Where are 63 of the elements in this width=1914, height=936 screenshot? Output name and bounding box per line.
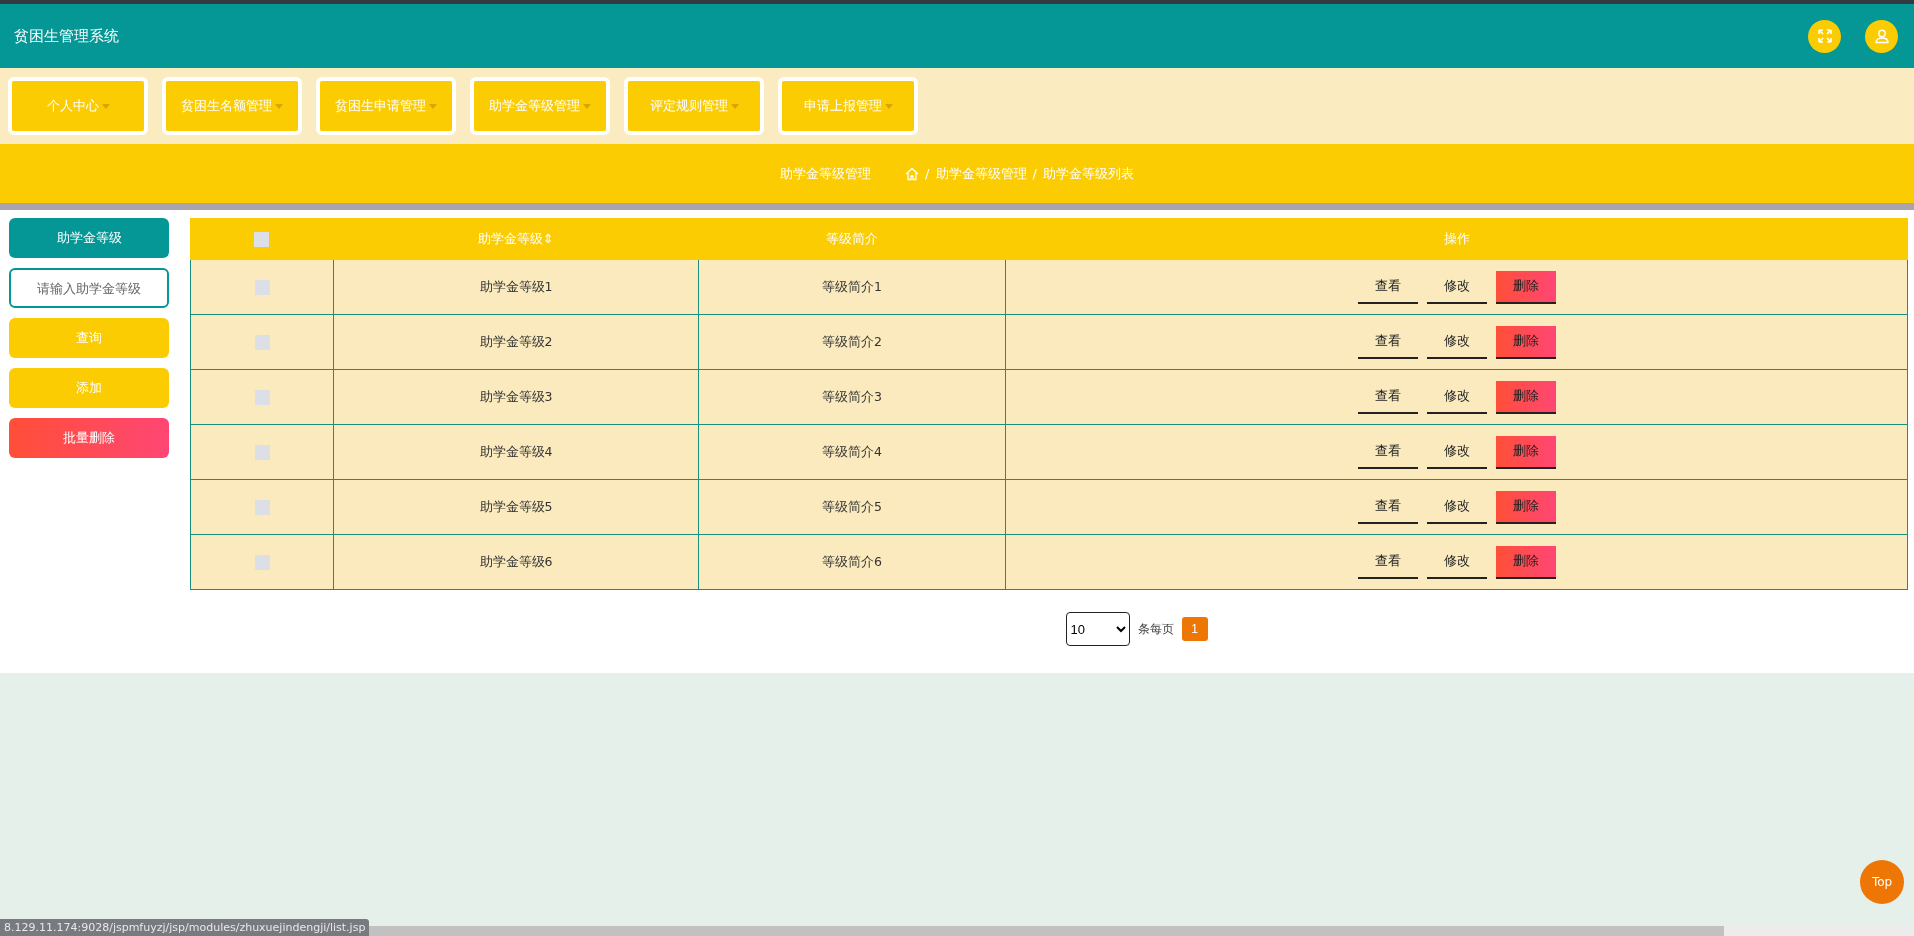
user-icon [1873,28,1890,44]
caret-icon [275,103,283,109]
delete-button[interactable]: 删除 [1495,380,1556,414]
row-action-button[interactable]: 查看 [1357,270,1418,304]
delete-button[interactable]: 删除 [1495,270,1556,304]
breadcrumb-separator: / [1032,166,1037,181]
horizontal-scrollbar[interactable] [369,926,1914,936]
table-cell: 等级简介4 [822,443,882,461]
home-icon [905,166,920,181]
search-field[interactable]: 请输入助学金等级 [9,268,169,308]
row-action-button[interactable]: 查看 [1357,380,1418,414]
delete-button[interactable]: 删除 [1495,490,1556,524]
row-action-button[interactable]: 修改 [1426,435,1487,469]
table-cell: 等级简介1 [822,278,882,296]
column-header: 操作 [1443,230,1470,248]
caret-icon [730,103,739,109]
row-action-button[interactable]: 修改 [1426,545,1487,579]
row-checkbox[interactable] [254,389,270,405]
caret-icon [884,103,893,109]
back-to-top-button[interactable]: Top [1860,860,1904,904]
row-checkbox[interactable] [254,499,270,515]
row-checkbox[interactable] [254,444,270,460]
page-title: 助学金等级管理 [780,164,872,183]
row-action-button[interactable]: 查看 [1357,325,1418,359]
row-action-button[interactable]: 查看 [1357,545,1418,579]
table-cell: 等级简介2 [822,333,882,351]
delete-button[interactable]: 删除 [1495,325,1556,359]
table-cell: 助学金等级4 [479,443,553,461]
row-action-button[interactable]: 修改 [1426,270,1487,304]
page-button[interactable]: 1 [1181,617,1208,641]
row-checkbox[interactable] [254,334,270,350]
row-action-button[interactable]: 修改 [1426,490,1487,524]
batch-delete-button[interactable]: 批量删除 [9,418,169,458]
select-all-checkbox[interactable] [254,231,269,247]
column-header: 等级简介 [825,230,878,248]
table-cell: 等级简介5 [822,498,882,516]
delete-button[interactable]: 删除 [1495,435,1556,469]
row-action-button[interactable]: 查看 [1357,435,1418,469]
per-page-label: 条每页 [1137,620,1174,638]
fullscreen-icon [1816,28,1833,44]
status-url: 8.129.11.174:9028/jspmfuyzj/jsp/modules/zhuxuejindengji/list.jsp [0,919,370,936]
row-action-button[interactable]: 修改 [1426,325,1487,359]
breadcrumb-separator: / [925,166,930,181]
row-checkbox[interactable] [254,279,270,295]
row-action-button[interactable]: 修改 [1426,380,1487,414]
table-cell: 助学金等级5 [479,498,553,516]
caret-icon [429,103,437,109]
table-cell: 助学金等级3 [479,388,553,406]
table-cell: 等级简介3 [822,388,882,406]
sidebar-heading: 助学金等级 [9,218,169,258]
fullscreen-button[interactable] [1808,19,1841,53]
caret-icon [583,103,591,109]
caret-icon [101,103,110,109]
app-title: 贫困生管理系统 [14,26,119,46]
table-cell: 助学金等级2 [479,333,553,351]
table-cell: 等级简介6 [822,553,882,571]
user-button[interactable] [1865,19,1898,53]
table-cell: 助学金等级6 [479,553,553,571]
delete-button[interactable]: 删除 [1495,545,1556,579]
row-checkbox[interactable] [254,554,270,570]
table-cell: 助学金等级1 [479,278,553,296]
row-action-button[interactable]: 查看 [1357,490,1418,524]
page-size-select[interactable]: 10 [1065,612,1130,646]
